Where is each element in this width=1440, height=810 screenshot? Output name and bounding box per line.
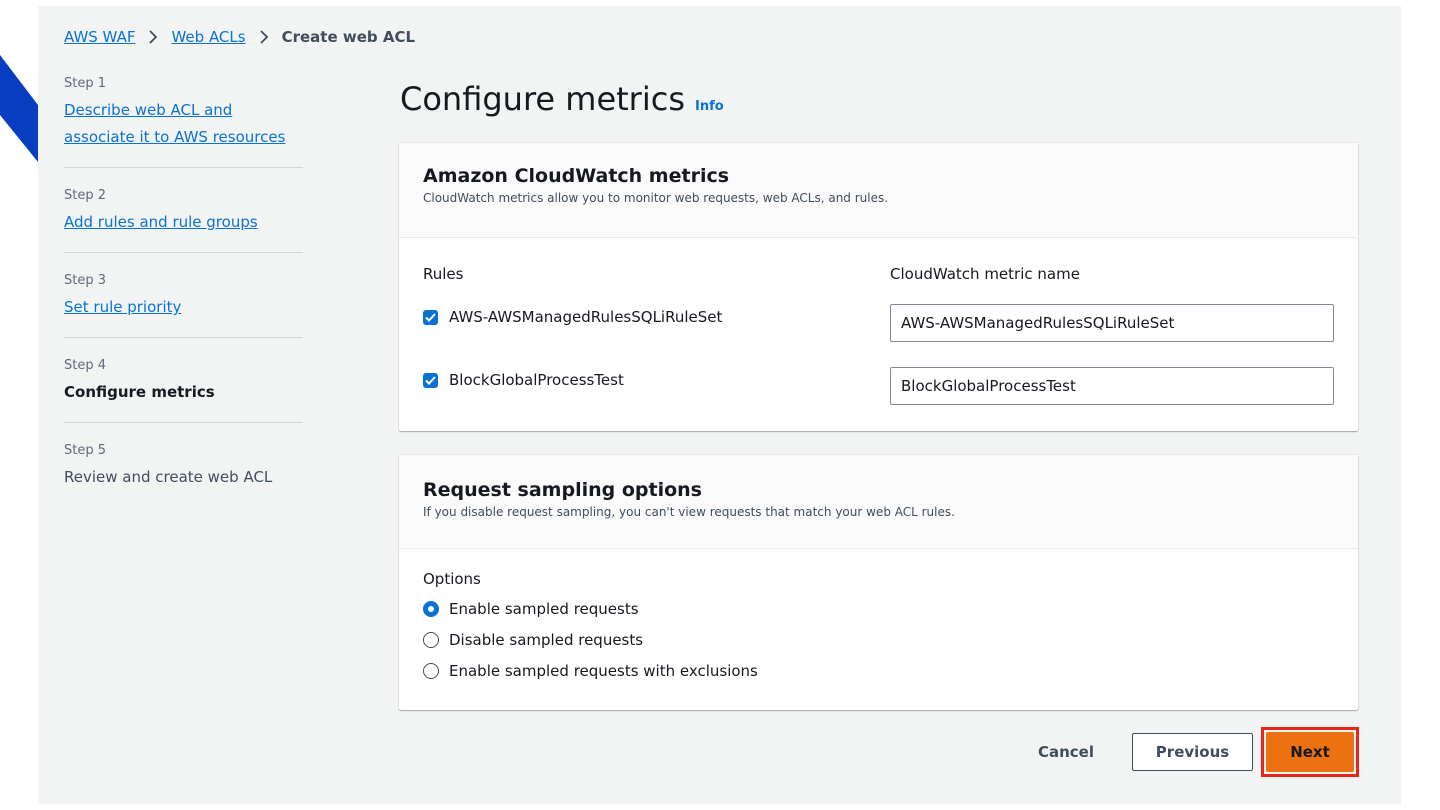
breadcrumb-web-acls[interactable]: Web ACLs: [171, 28, 245, 46]
wizard-actions: Cancel Previous Next: [1038, 727, 1359, 777]
chevron-right-icon: [148, 30, 158, 44]
wizard-steps: Step 1 Describe web ACL and associate it…: [64, 76, 303, 527]
breadcrumb-aws-waf[interactable]: AWS WAF: [64, 28, 135, 46]
radio-unselected-icon[interactable]: [423, 632, 439, 648]
checkbox-checked-icon[interactable]: [423, 309, 438, 325]
step-3: Step 3 Set rule priority: [64, 273, 303, 338]
radio-label: Enable sampled requests: [449, 600, 639, 618]
chevron-right-icon: [259, 30, 269, 44]
panel-header: Request sampling options If you disable …: [399, 455, 1358, 549]
step-4: Step 4 Configure metrics: [64, 358, 303, 423]
radio-selected-icon[interactable]: [423, 601, 439, 617]
step-number: Step 2: [64, 188, 107, 203]
step-number: Step 5: [64, 443, 107, 458]
previous-button[interactable]: Previous: [1132, 733, 1253, 771]
next-button-highlight: Next: [1261, 727, 1359, 777]
checkbox-checked-icon[interactable]: [423, 372, 438, 388]
rule-name: BlockGlobalProcessTest: [449, 371, 624, 389]
cloudwatch-metrics-panel: Amazon CloudWatch metrics CloudWatch met…: [399, 143, 1358, 431]
radio-label: Enable sampled requests with exclusions: [449, 662, 758, 680]
panel-description: If you disable request sampling, you can…: [423, 505, 955, 519]
step-2: Step 2 Add rules and rule groups: [64, 188, 303, 253]
step-number: Step 4: [64, 358, 107, 373]
breadcrumb: AWS WAF Web ACLs Create web ACL: [64, 28, 415, 46]
panel-description: CloudWatch metrics allow you to monitor …: [423, 191, 889, 205]
info-link[interactable]: Info: [695, 99, 724, 114]
step-current-configure-metrics: Configure metrics: [64, 383, 215, 401]
metric-name-input-block-global[interactable]: [890, 367, 1334, 405]
metric-name-input-sqli[interactable]: [890, 304, 1334, 342]
radio-enable-sampled[interactable]: Enable sampled requests: [423, 600, 639, 618]
next-button[interactable]: Next: [1266, 732, 1354, 772]
step-5: Step 5 Review and create web ACL: [64, 443, 303, 507]
page-title: Configure metrics Info: [400, 80, 724, 118]
radio-unselected-icon[interactable]: [423, 663, 439, 679]
panel-title: Request sampling options: [423, 479, 702, 501]
console-frame: AWS WAF Web ACLs Create web ACL Step 1 D…: [38, 6, 1401, 804]
step-link-set-priority[interactable]: Set rule priority: [64, 298, 181, 316]
step-number: Step 1: [64, 76, 107, 91]
panel-title: Amazon CloudWatch metrics: [423, 165, 730, 187]
panel-header: Amazon CloudWatch metrics CloudWatch met…: [399, 143, 1358, 238]
rule-row-sqli[interactable]: AWS-AWSManagedRulesSQLiRuleSet: [423, 308, 722, 326]
request-sampling-panel: Request sampling options If you disable …: [399, 455, 1358, 710]
step-link-add-rules[interactable]: Add rules and rule groups: [64, 213, 258, 231]
radio-label: Disable sampled requests: [449, 631, 644, 649]
rule-row-block-global[interactable]: BlockGlobalProcessTest: [423, 371, 624, 389]
page-title-text: Configure metrics: [400, 80, 685, 118]
step-1: Step 1 Describe web ACL and associate it…: [64, 76, 303, 168]
decorative-corner-shape: [0, 55, 38, 162]
step-link-describe[interactable]: Describe web ACL and associate it to AWS…: [64, 101, 285, 146]
rule-name: AWS-AWSManagedRulesSQLiRuleSet: [449, 308, 723, 326]
cancel-button[interactable]: Cancel: [1038, 743, 1094, 761]
rules-column-label: Rules: [423, 265, 464, 283]
step-number: Step 3: [64, 273, 107, 288]
options-label: Options: [423, 570, 481, 588]
step-review-create: Review and create web ACL: [64, 468, 273, 486]
metric-name-column-label: CloudWatch metric name: [890, 265, 1080, 283]
breadcrumb-current: Create web ACL: [281, 28, 416, 46]
radio-enable-with-exclusions[interactable]: Enable sampled requests with exclusions: [423, 662, 758, 680]
radio-disable-sampled[interactable]: Disable sampled requests: [423, 631, 643, 649]
